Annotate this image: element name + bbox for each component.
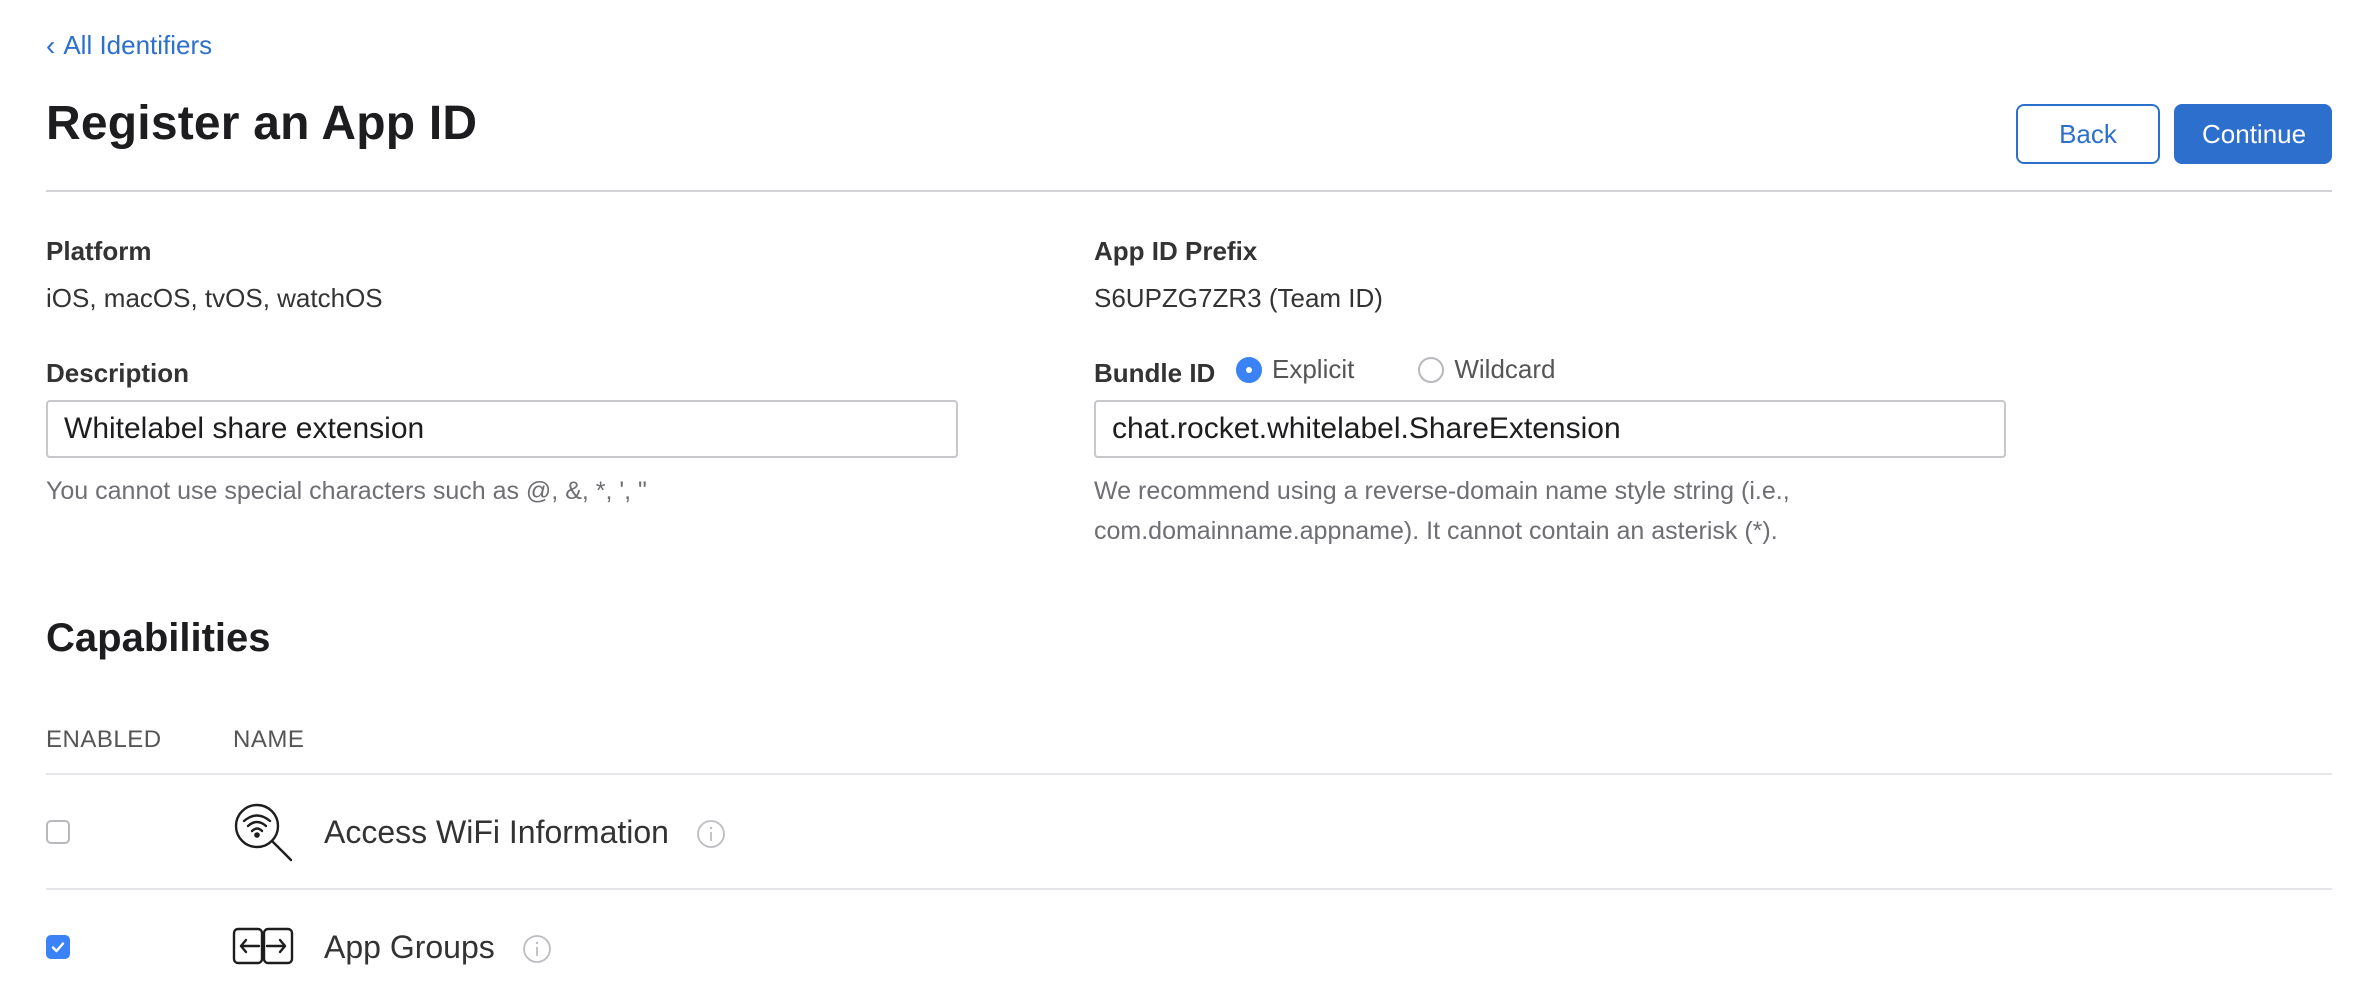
bundle-id-type-group: Explicit Wildcard xyxy=(1236,354,1556,385)
header-actions: Back Continue xyxy=(2016,104,2332,164)
description-label: Description xyxy=(46,358,190,388)
radio-explicit-indicator[interactable] xyxy=(1236,356,1262,383)
wifi-search-icon xyxy=(232,801,294,863)
app-id-prefix-value: S6UPZG7ZR3 (Team ID) xyxy=(1094,283,1383,313)
all-identifiers-label: All Identifiers xyxy=(63,30,213,60)
app-id-prefix-label: App ID Prefix xyxy=(1094,236,1258,266)
column-header-enabled: ENABLED xyxy=(46,726,162,753)
app-groups-icon xyxy=(232,916,294,978)
app-groups-label: App Groups xyxy=(324,928,495,965)
register-app-id-page: ‹ All Identifiers Register an App ID Bac… xyxy=(0,0,2380,998)
access-wifi-name: Access WiFi Information xyxy=(324,814,726,851)
continue-button[interactable]: Continue xyxy=(2174,104,2332,164)
bundle-id-input[interactable] xyxy=(1094,400,2006,458)
table-row: App Groups xyxy=(46,891,2332,998)
page-title: Register an App ID xyxy=(46,97,478,150)
app-groups-name: App Groups xyxy=(324,929,552,966)
platform-value: iOS, macOS, tvOS, watchOS xyxy=(46,283,383,313)
access-wifi-checkbox[interactable] xyxy=(46,820,70,844)
radio-wildcard-indicator[interactable] xyxy=(1418,356,1445,383)
description-input[interactable] xyxy=(46,400,958,458)
row-divider xyxy=(46,888,2332,890)
table-header-divider xyxy=(46,773,2332,775)
checkmark-icon xyxy=(51,942,65,953)
bundle-id-hint-line2: com.domainname.appname). It cannot conta… xyxy=(1094,517,1778,545)
bundle-id-label: Bundle ID xyxy=(1094,358,1216,388)
bundle-id-hint-line1: We recommend using a reverse-domain name… xyxy=(1094,477,1790,505)
info-icon[interactable] xyxy=(696,819,726,849)
radio-explicit[interactable]: Explicit xyxy=(1236,354,1354,385)
description-hint: You cannot use special characters such a… xyxy=(46,477,647,505)
info-icon[interactable] xyxy=(522,934,552,964)
all-identifiers-link[interactable]: ‹ All Identifiers xyxy=(46,30,212,61)
radio-explicit-label: Explicit xyxy=(1272,354,1355,384)
access-wifi-label: Access WiFi Information xyxy=(324,813,669,850)
capabilities-title: Capabilities xyxy=(46,616,271,660)
bundle-id-hint: We recommend using a reverse-domain name… xyxy=(1094,471,1790,551)
app-groups-checkbox[interactable] xyxy=(46,935,70,959)
platform-label: Platform xyxy=(46,236,152,266)
radio-wildcard[interactable]: Wildcard xyxy=(1418,354,1556,385)
header-divider xyxy=(46,190,2332,192)
column-header-name: NAME xyxy=(233,726,305,753)
radio-wildcard-label: Wildcard xyxy=(1454,354,1556,384)
chevron-left-icon: ‹ xyxy=(46,29,56,61)
back-button[interactable]: Back xyxy=(2016,104,2160,164)
table-row: Access WiFi Information xyxy=(46,776,2332,888)
